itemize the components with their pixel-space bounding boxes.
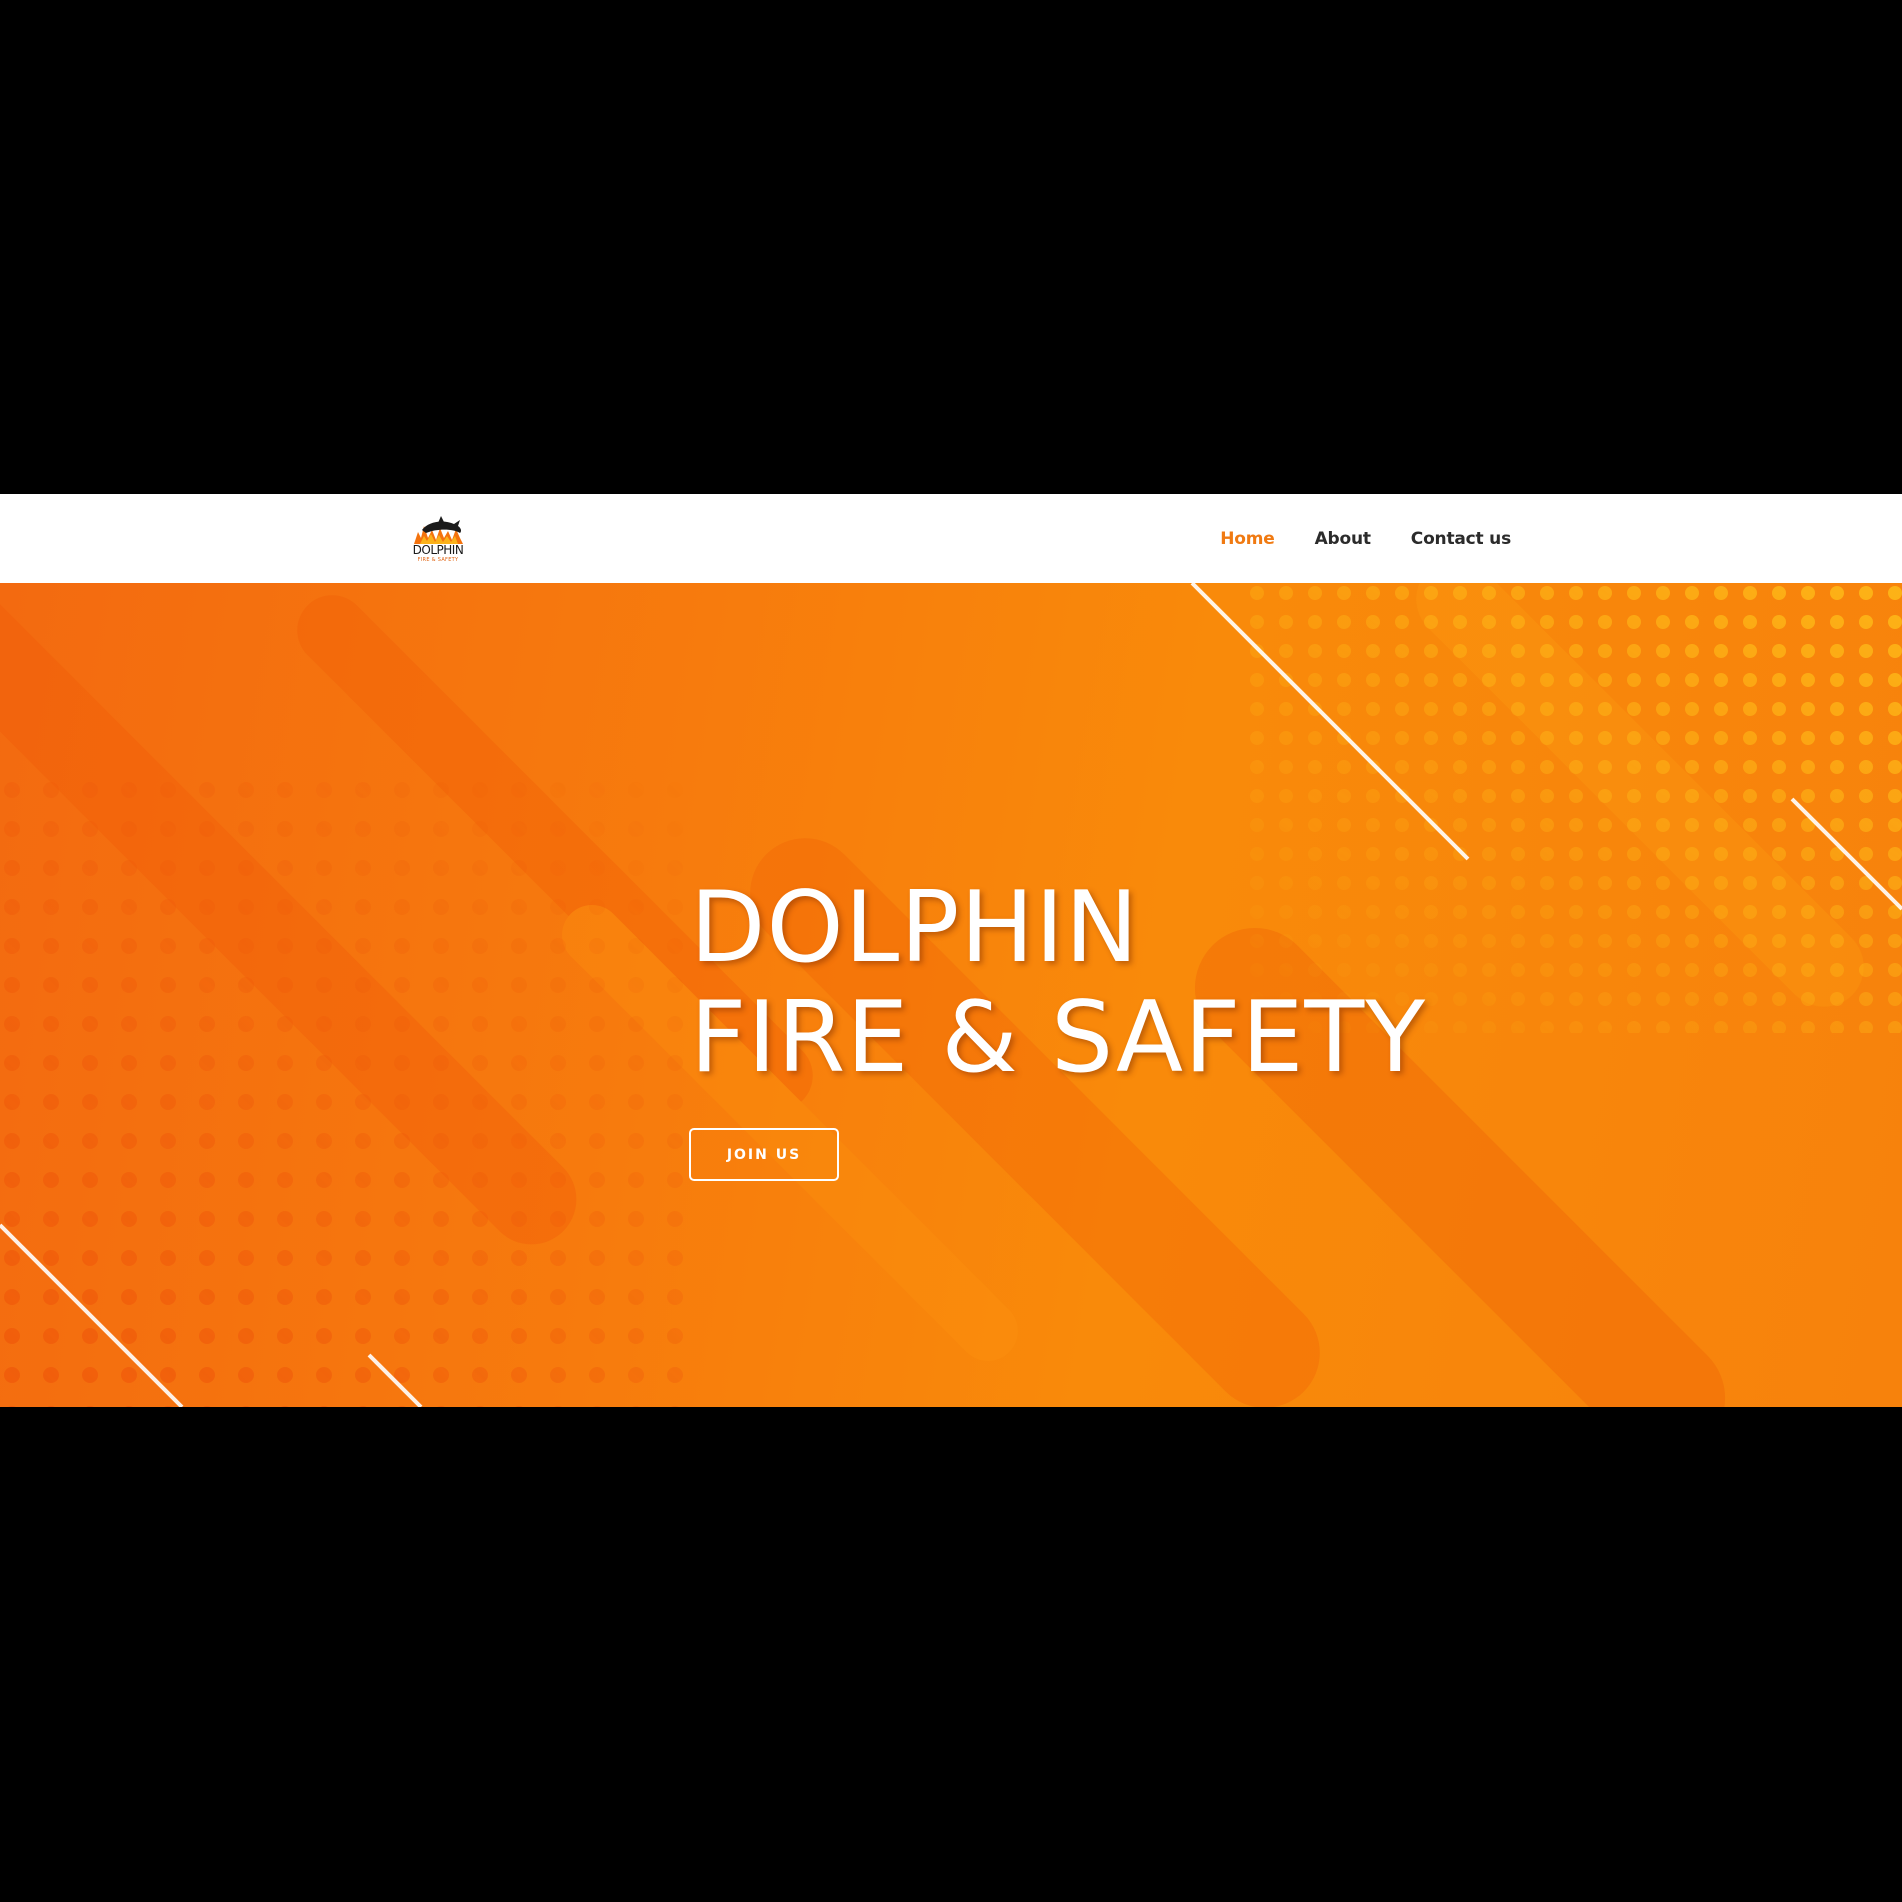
logo-wordmark: DOLPHIN: [412, 543, 464, 557]
site-header: DOLPHIN FIRE & SAFETY Home About Contact…: [0, 494, 1902, 583]
nav-item-contact-us[interactable]: Contact us: [1411, 529, 1511, 549]
nav-item-about[interactable]: About: [1315, 529, 1371, 549]
logo-tagline: FIRE & SAFETY: [417, 557, 459, 563]
dolphin-flame-icon: [414, 516, 463, 544]
hero-title-line-2: FIRE & SAFETY: [690, 981, 1427, 1095]
hero-section: DOLPHIN FIRE & SAFETY JOIN US: [0, 583, 1902, 1407]
nav-item-home[interactable]: Home: [1220, 529, 1275, 549]
main-nav: Home About Contact us: [1220, 494, 1511, 583]
page-viewport: DOLPHIN FIRE & SAFETY Home About Contact…: [0, 494, 1902, 1407]
hero-title-line-1: DOLPHIN: [690, 871, 1140, 985]
hero-title: DOLPHIN FIRE & SAFETY: [690, 873, 1426, 1093]
join-us-button[interactable]: JOIN US: [689, 1128, 839, 1181]
site-logo[interactable]: DOLPHIN FIRE & SAFETY: [408, 514, 468, 564]
